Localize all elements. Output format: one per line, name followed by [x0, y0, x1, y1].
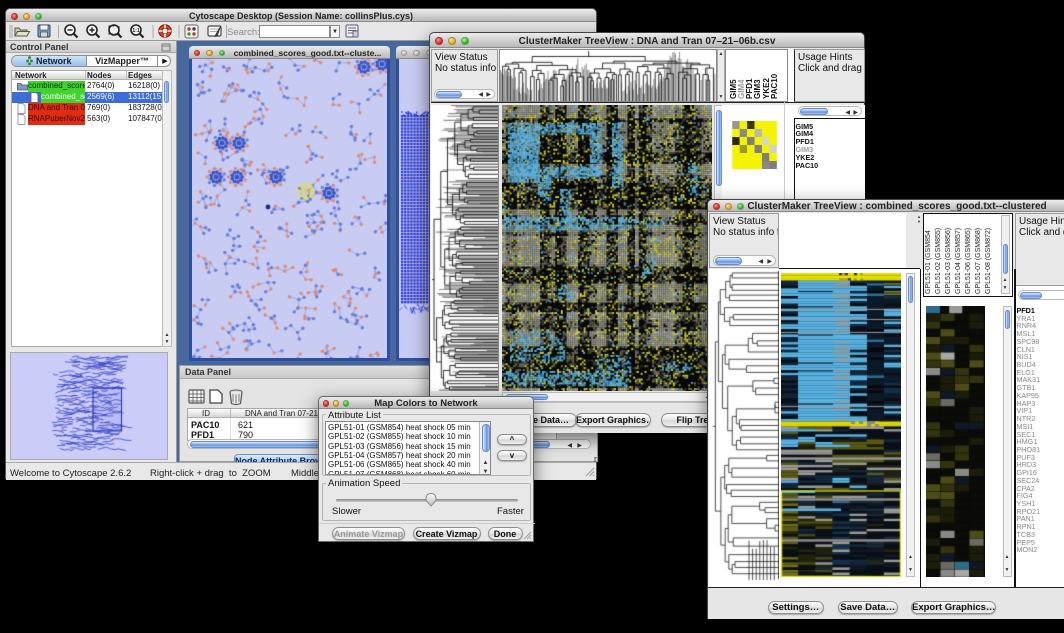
svg-text:1:1: 1:1: [132, 28, 139, 34]
